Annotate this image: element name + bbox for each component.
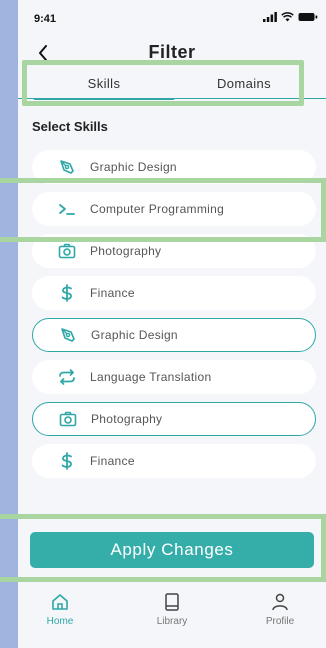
pen-tool-icon [56,156,78,178]
nav-library-label: Library [156,616,188,627]
battery-icon [298,13,318,21]
tab-domains[interactable]: Domains [174,68,314,98]
camera-icon [56,240,78,262]
skill-item-label: Photography [91,412,163,426]
tab-skills-label: Skills [87,75,121,91]
bottom-tab-bar: Home Library Profile [18,584,326,648]
dollar-icon [56,282,78,304]
skill-item-photography[interactable]: Photography [32,402,316,436]
skill-item-language-translation[interactable]: Language Translation [32,360,316,394]
tab-divider [18,98,326,99]
skill-item-graphic-design[interactable]: Graphic Design [32,318,316,352]
wifi-icon [281,12,294,22]
skill-item-label: Computer Programming [90,202,225,216]
nav-home-label: Home [46,616,74,627]
system-icons [263,12,318,22]
skill-item-label: Finance [90,454,135,468]
skill-item-label: Photography [90,244,162,258]
page-title: Filter [148,42,196,62]
camera-icon [57,408,79,430]
tab-bar-top: Skills Domains [18,68,326,100]
nav-home[interactable]: Home [20,592,100,627]
header: Filter [18,36,326,72]
dollar-icon [56,450,78,472]
signal-icon [263,12,277,22]
status-time: 9:41 [34,13,57,25]
apply-changes-label: Apply Changes [110,540,234,559]
home-icon [52,594,68,610]
skill-item-label: Language Translation [90,370,212,384]
pen-tool-icon [57,324,79,346]
nav-library[interactable]: Library [132,592,212,627]
book-icon [165,593,179,611]
skill-item-finance[interactable]: Finance [32,276,316,310]
apply-changes-button[interactable]: Apply Changes [30,532,314,568]
section-title: Select Skills [32,119,108,134]
status-bar: 9:41 [18,0,326,36]
skill-item-label: Finance [90,286,135,300]
user-icon [272,593,288,611]
repeat-icon [56,366,78,388]
skill-item-finance[interactable]: Finance [32,444,316,478]
nav-profile-label: Profile [265,616,295,627]
skill-item-photography[interactable]: Photography [32,234,316,268]
nav-profile[interactable]: Profile [240,592,320,627]
tab-domains-label: Domains [216,75,272,91]
skill-item-graphic-design[interactable]: Graphic Design [32,150,316,184]
skill-item-computer-programming[interactable]: Computer Programming [32,192,316,226]
tab-skills[interactable]: Skills [34,68,174,100]
skill-item-label: Graphic Design [90,160,177,174]
skill-item-label: Graphic Design [91,328,178,342]
terminal-icon [56,198,78,220]
